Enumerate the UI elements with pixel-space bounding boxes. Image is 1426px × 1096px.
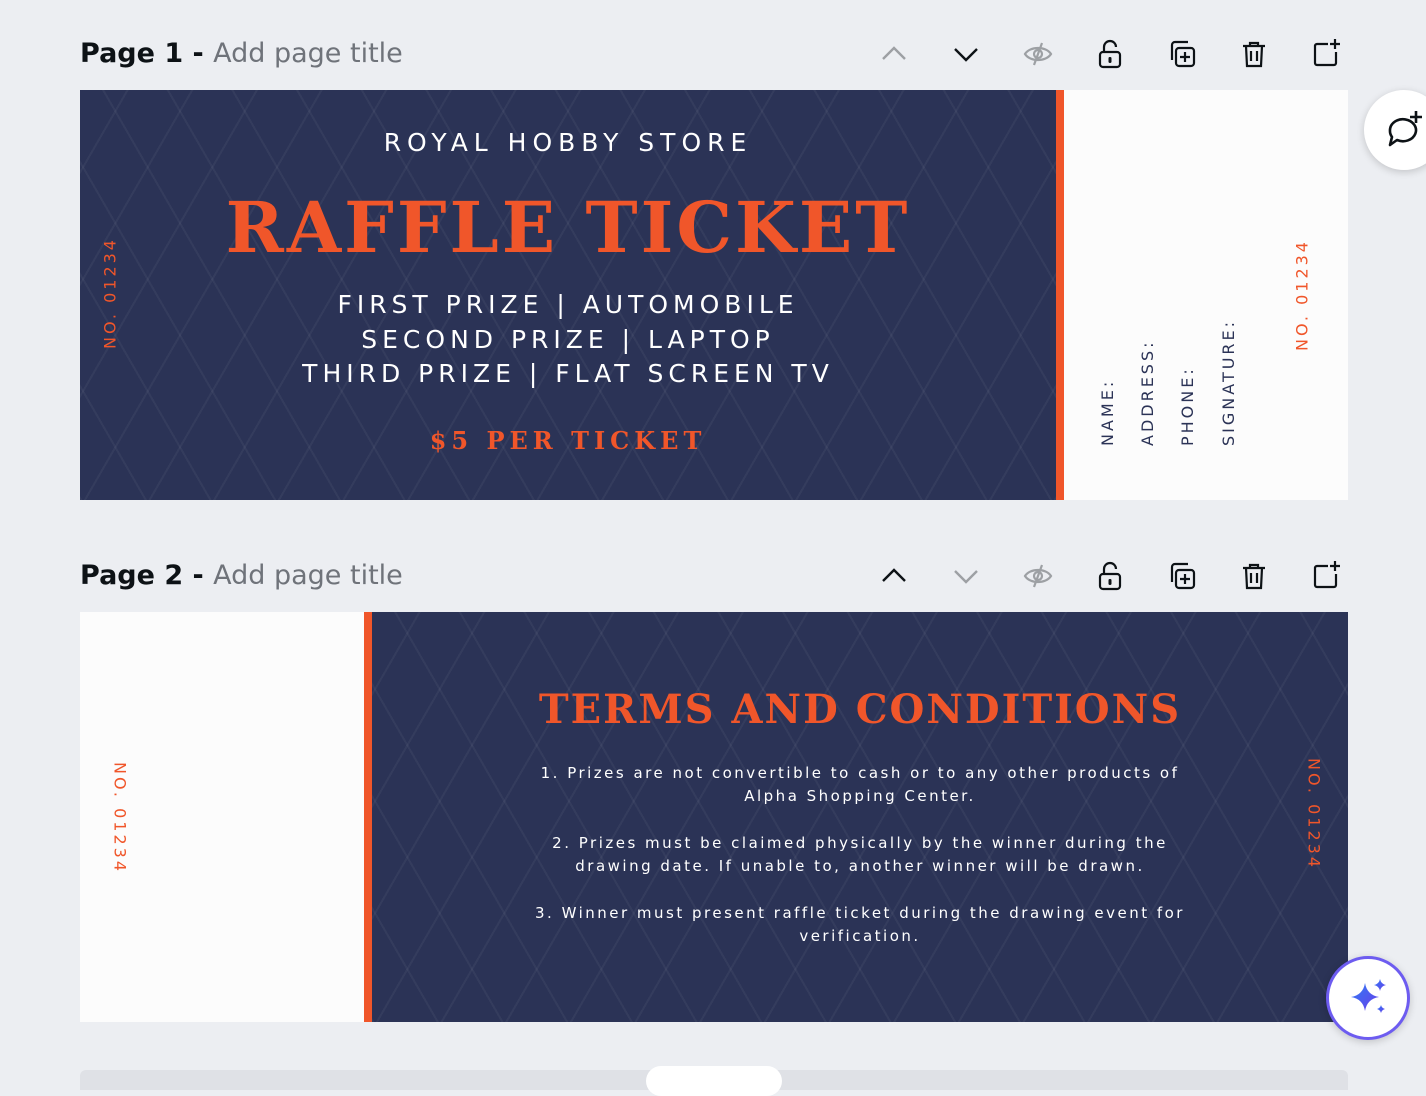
page-navigator-handle[interactable] xyxy=(646,1066,782,1096)
ticket-number-left[interactable]: NO. 01234 xyxy=(101,237,120,349)
lock-icon xyxy=(1098,561,1122,591)
add-comment-button[interactable] xyxy=(1364,90,1426,170)
ticket-number-stub[interactable]: NO. 01234 xyxy=(1293,239,1312,351)
terms-item-3[interactable]: 3. Winner must present raffle ticket dur… xyxy=(520,902,1200,948)
move-page-up-button[interactable] xyxy=(872,554,916,598)
stub-field-phone[interactable]: PHONE: xyxy=(1178,366,1197,446)
accent-divider xyxy=(1056,90,1064,500)
terms-area[interactable] xyxy=(372,612,1348,1022)
lock-icon xyxy=(1098,39,1122,69)
terms-title[interactable]: TERMS AND CONDITIONS xyxy=(372,686,1348,733)
hide-page-button[interactable] xyxy=(1016,32,1060,76)
prize-line-1[interactable]: FIRST PRIZE | AUTOMOBILE xyxy=(80,290,1056,319)
ticket-back-stub[interactable]: NO. 01234 xyxy=(80,612,364,1022)
stub-field-address[interactable]: ADDRESS: xyxy=(1138,339,1157,446)
page-2-canvas[interactable]: NO. 01234 TERMS AND CONDITIONS 1. Prizes… xyxy=(80,612,1348,1022)
duplicate-page-button[interactable] xyxy=(1160,32,1204,76)
delete-page-button[interactable] xyxy=(1232,554,1276,598)
move-page-down-button[interactable] xyxy=(944,554,988,598)
magic-sparkle-icon xyxy=(1351,979,1386,1013)
back-number-left[interactable]: NO. 01234 xyxy=(111,762,130,874)
eye-hidden-icon xyxy=(1023,564,1053,588)
duplicate-icon xyxy=(1170,562,1196,590)
comment-add-icon xyxy=(1388,111,1422,147)
chevron-down-icon xyxy=(954,48,978,62)
lock-page-button[interactable] xyxy=(1088,554,1132,598)
duplicate-icon xyxy=(1170,40,1196,68)
terms-item-1[interactable]: 1. Prizes are not convertible to cash or… xyxy=(520,762,1200,808)
eye-hidden-icon xyxy=(1023,42,1053,66)
move-page-up-button[interactable] xyxy=(872,32,916,76)
trash-icon xyxy=(1243,41,1265,68)
ticket-title[interactable]: RAFFLE TICKET xyxy=(80,186,1056,269)
page-1-title-placeholder[interactable]: Add page title xyxy=(213,38,403,69)
chevron-down-icon xyxy=(954,570,978,584)
terms-item-2[interactable]: 2. Prizes must be claimed physically by … xyxy=(520,832,1200,878)
ticket-main-area[interactable]: ROYAL HOBBY STORE RAFFLE TICKET FIRST PR… xyxy=(80,90,1056,500)
back-number-right[interactable]: NO. 01234 xyxy=(1305,758,1324,870)
delete-page-button[interactable] xyxy=(1232,32,1276,76)
prize-line-2[interactable]: SECOND PRIZE | LAPTOP xyxy=(80,325,1056,354)
store-name[interactable]: ROYAL HOBBY STORE xyxy=(80,128,1056,157)
page-2-number-label: Page 2 - xyxy=(80,560,214,591)
page-2-toolbar xyxy=(872,548,1348,604)
trash-icon xyxy=(1243,563,1265,590)
ticket-stub[interactable]: NAME: ADDRESS: PHONE: SIGNATURE: NO. 012… xyxy=(1064,90,1348,500)
add-page-button[interactable] xyxy=(1304,554,1348,598)
duplicate-page-button[interactable] xyxy=(1160,554,1204,598)
page-2-title-placeholder[interactable]: Add page title xyxy=(213,560,403,591)
page-1-title[interactable]: Page 1 - Add page title xyxy=(80,38,403,69)
stub-field-name[interactable]: NAME: xyxy=(1098,379,1117,446)
page-1-canvas[interactable]: ROYAL HOBBY STORE RAFFLE TICKET FIRST PR… xyxy=(80,90,1348,500)
add-page-icon xyxy=(1313,39,1340,67)
page-1-number-label: Page 1 - xyxy=(80,38,214,69)
chevron-up-icon xyxy=(882,568,906,582)
move-page-down-button[interactable] xyxy=(944,32,988,76)
hide-page-button[interactable] xyxy=(1016,554,1060,598)
prize-line-3[interactable]: THIRD PRIZE | FLAT SCREEN TV xyxy=(80,359,1056,388)
page-2-title[interactable]: Page 2 - Add page title xyxy=(80,560,403,591)
stub-field-signature[interactable]: SIGNATURE: xyxy=(1219,319,1238,446)
add-page-button[interactable] xyxy=(1304,32,1348,76)
page-1-header: Page 1 - Add page title xyxy=(80,26,1348,82)
page-1-toolbar xyxy=(872,26,1348,82)
accent-divider xyxy=(364,612,372,1022)
add-page-icon xyxy=(1313,561,1340,589)
chevron-up-icon xyxy=(882,46,906,60)
ticket-price[interactable]: $5 PER TICKET xyxy=(80,426,1056,455)
lock-page-button[interactable] xyxy=(1088,32,1132,76)
magic-assistant-button[interactable] xyxy=(1326,956,1410,1040)
page-2-header: Page 2 - Add page title xyxy=(80,548,1348,604)
